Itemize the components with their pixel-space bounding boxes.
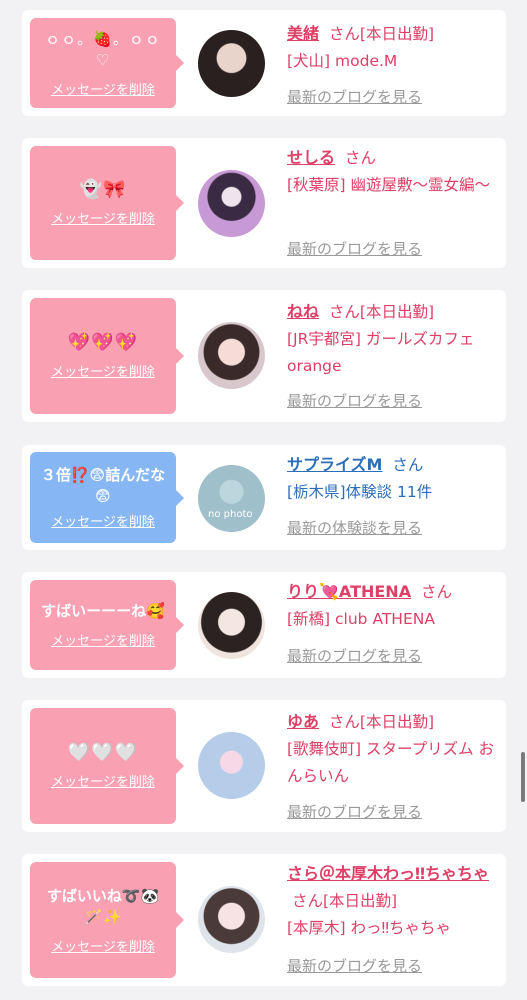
message-card: 💖💖💖 メッセージを削除 ねね さん[本日出勤] [JR宇都宮] ガールズカフェ…: [22, 290, 506, 422]
status-badge: [本日出勤]: [359, 303, 434, 321]
girl-name-link[interactable]: りり💘ATHENA: [287, 582, 411, 601]
status-badge: [本日出勤]: [322, 892, 398, 910]
message-bubble: 🤍🤍🤍 メッセージを削除: [30, 708, 184, 824]
shop-info: [本厚木] わっ‼ちゃちゃ: [287, 919, 452, 937]
girl-name-link[interactable]: 美緒: [287, 24, 319, 43]
message-bubble: すばいーーーね🥰 メッセージを削除: [30, 580, 184, 670]
latest-blog-link[interactable]: 最新のブログを見る: [287, 955, 422, 976]
no-photo-label: no photo: [208, 509, 253, 520]
avatar[interactable]: [198, 592, 265, 659]
latest-blog-link[interactable]: 最新のブログを見る: [287, 238, 422, 259]
honorific: さん: [420, 583, 452, 601]
shop-info: [新橋] club ATHENA: [287, 610, 435, 628]
shop-info: [栃木県]体験談 11件: [287, 483, 433, 501]
avatar[interactable]: [198, 170, 265, 237]
honorific: さん: [344, 149, 376, 167]
message-text: 💖💖💖: [67, 332, 139, 353]
delete-message-link[interactable]: メッセージを削除: [51, 79, 155, 98]
delete-message-link[interactable]: メッセージを削除: [51, 936, 155, 955]
delete-message-link[interactable]: メッセージを削除: [51, 361, 155, 380]
avatar[interactable]: no photo: [198, 465, 265, 532]
delete-message-link[interactable]: メッセージを削除: [51, 208, 155, 227]
latest-blog-link[interactable]: 最新のブログを見る: [287, 801, 422, 822]
message-card: すばいいね➰🐼🪄✨ メッセージを削除 さら＠本厚木わっ‼ちゃちゃ さん[本日出勤…: [22, 854, 506, 986]
honorific: さん: [328, 713, 360, 731]
girl-name-link[interactable]: さら＠本厚木わっ‼ちゃちゃ: [287, 864, 489, 883]
shop-info: [犬山] mode.M: [287, 52, 398, 70]
message-text: すばいいね➰🐼🪄✨: [46, 886, 160, 926]
message-card: 🤍🤍🤍 メッセージを削除 ゆあ さん[本日出勤] [歌舞伎町] スタープリズム …: [22, 700, 506, 832]
latest-blog-link[interactable]: 最新のブログを見る: [287, 390, 422, 411]
avatar[interactable]: [198, 30, 265, 97]
avatar[interactable]: [198, 322, 265, 389]
message-bubble: ３倍⁉️😨詰んだな😨 メッセージを削除: [30, 452, 184, 543]
avatar[interactable]: [198, 732, 265, 799]
message-card: ｏｏ。🍓。ｏｏ♡ メッセージを削除 美緒 さん[本日出勤] [犬山] mode.…: [22, 10, 506, 116]
honorific: さん: [328, 25, 360, 43]
message-text: ３倍⁉️😨詰んだな😨: [40, 466, 166, 505]
shop-info: [秋葉原] 幽遊屋敷～霊女編～: [287, 176, 491, 194]
message-bubble: 👻🎀 メッセージを削除: [30, 146, 184, 260]
latest-review-link[interactable]: 最新の体験談を見る: [287, 517, 422, 538]
delete-message-link[interactable]: メッセージを削除: [51, 630, 155, 649]
message-text: 🤍🤍🤍: [67, 742, 139, 763]
delete-message-link[interactable]: メッセージを削除: [51, 511, 155, 530]
girl-name-link[interactable]: ねね: [287, 302, 319, 321]
girl-name-link[interactable]: ゆあ: [287, 712, 319, 731]
message-card: すばいーーーね🥰 メッセージを削除 りり💘ATHENA さん [新橋] club…: [22, 572, 506, 678]
message-text: すばいーーーね🥰: [41, 602, 165, 620]
message-text: ｏｏ。🍓。ｏｏ♡: [45, 29, 161, 69]
shop-info: [JR宇都宮] ガールズカフェ orange: [287, 330, 475, 375]
honorific: さん: [291, 892, 323, 910]
latest-blog-link[interactable]: 最新のブログを見る: [287, 645, 422, 666]
status-badge: [本日出勤]: [359, 25, 434, 43]
reviewer-name-link[interactable]: サプライズM: [287, 455, 382, 474]
message-card: ３倍⁉️😨詰んだな😨 メッセージを削除 no photo サプライズM さん […: [22, 445, 506, 550]
girl-name-link[interactable]: せしる: [287, 148, 335, 167]
status-badge: [本日出勤]: [359, 713, 434, 731]
message-bubble: ｏｏ。🍓。ｏｏ♡ メッセージを削除: [30, 18, 184, 108]
message-bubble: すばいいね➰🐼🪄✨ メッセージを削除: [30, 862, 184, 978]
latest-blog-link[interactable]: 最新のブログを見る: [287, 86, 422, 107]
shop-info: [歌舞伎町] スタープリズム おんらいん: [287, 740, 495, 785]
scrollbar-thumb[interactable]: [521, 752, 525, 802]
message-card: 👻🎀 メッセージを削除 せしる さん [秋葉原] 幽遊屋敷～霊女編～ 最新のブロ…: [22, 138, 506, 268]
honorific: さん: [328, 303, 360, 321]
message-text: 👻🎀: [79, 179, 127, 200]
delete-message-link[interactable]: メッセージを削除: [51, 771, 155, 790]
message-bubble: 💖💖💖 メッセージを削除: [30, 298, 184, 414]
honorific: さん: [392, 456, 424, 474]
avatar[interactable]: [198, 886, 265, 953]
